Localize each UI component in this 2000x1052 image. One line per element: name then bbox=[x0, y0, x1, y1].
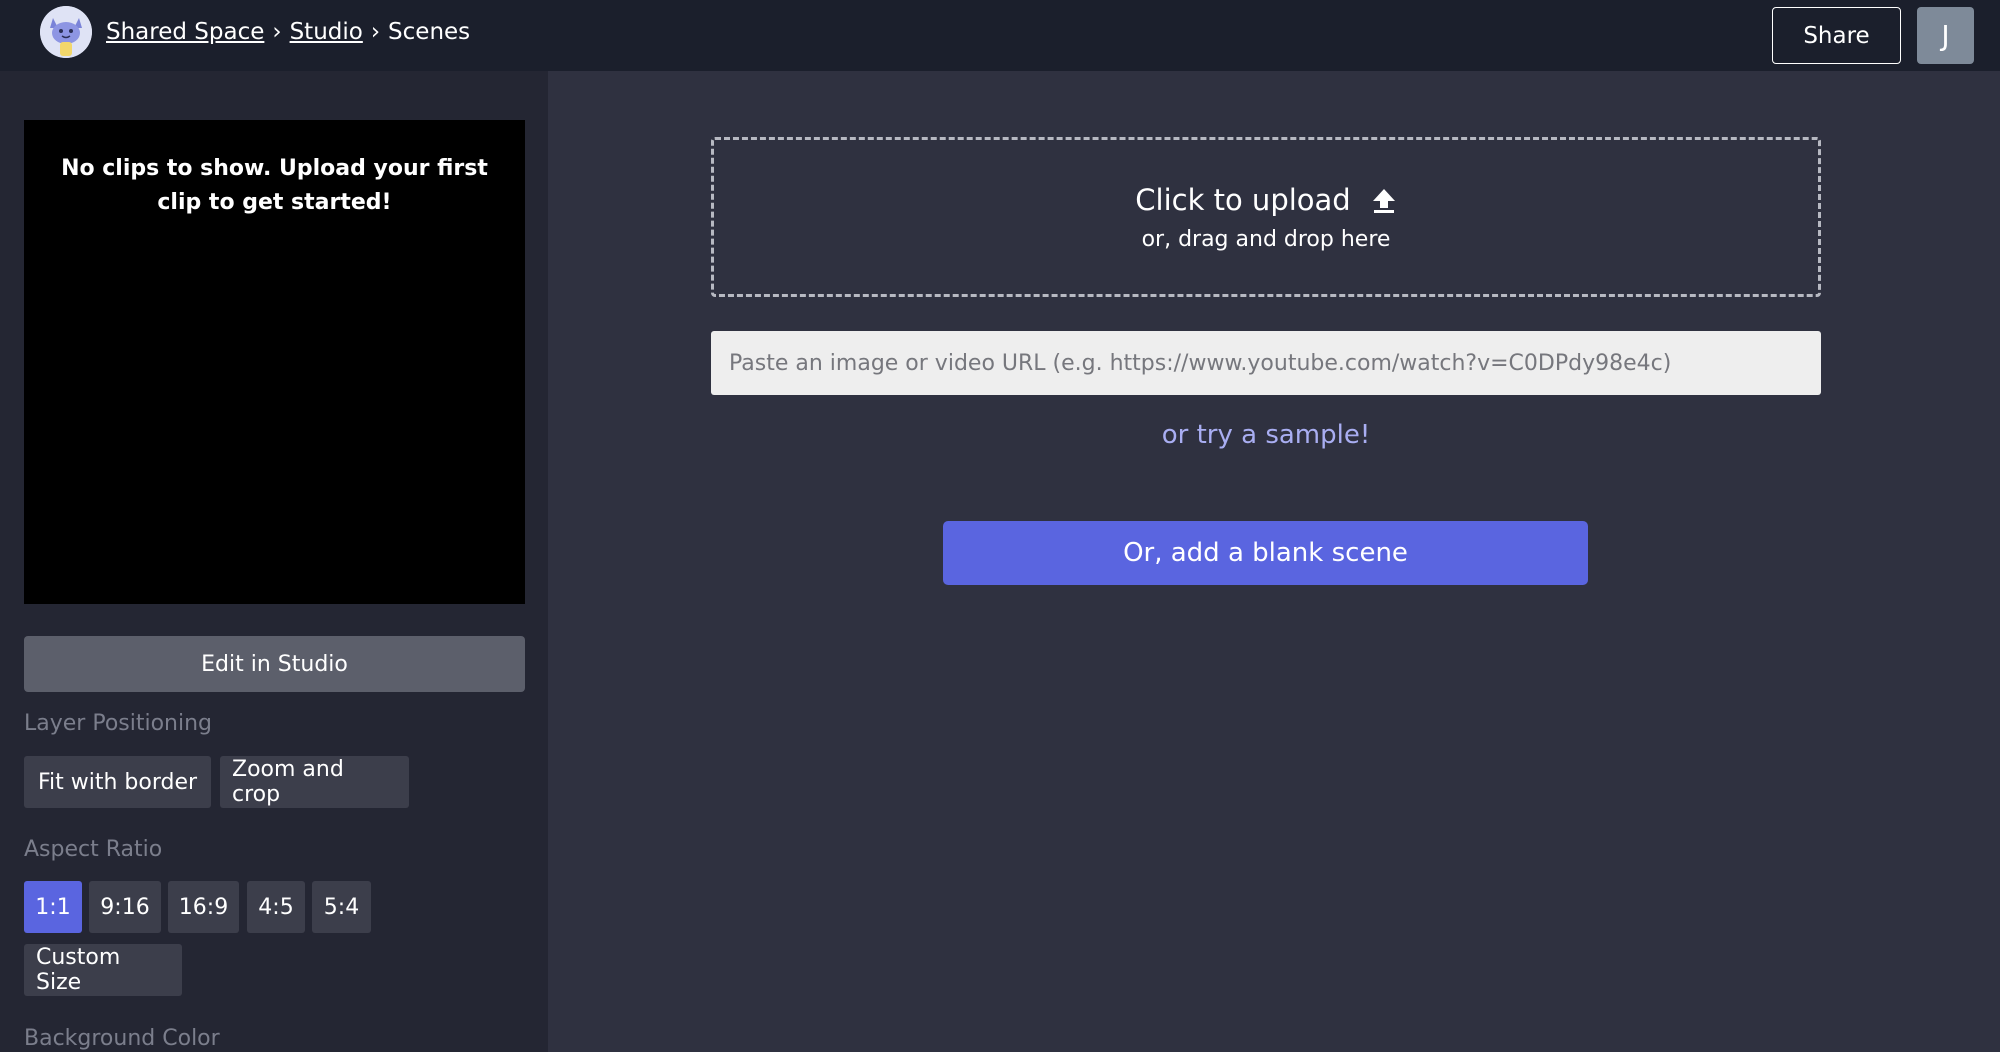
sidebar: No clips to show. Upload your first clip… bbox=[0, 71, 548, 1052]
aspect-1-1-button[interactable]: 1:1 bbox=[24, 881, 82, 933]
layer-positioning-label: Layer Positioning bbox=[24, 711, 213, 736]
breadcrumb: Shared Space › Studio › Scenes bbox=[106, 14, 470, 50]
fit-with-border-button[interactable]: Fit with border bbox=[24, 756, 211, 808]
breadcrumb-separator: › bbox=[272, 19, 282, 45]
edit-in-studio-button[interactable]: Edit in Studio bbox=[24, 636, 525, 692]
aspect-4-5-button[interactable]: 4:5 bbox=[247, 881, 305, 933]
breadcrumb-current: Scenes bbox=[388, 19, 471, 45]
main-panel: Click to upload or, drag and drop here o… bbox=[548, 71, 2000, 1052]
aspect-5-4-button[interactable]: 5:4 bbox=[312, 881, 371, 933]
upload-dropzone[interactable]: Click to upload or, drag and drop here bbox=[711, 137, 1821, 297]
upload-title: Click to upload bbox=[1135, 182, 1351, 217]
custom-size-button[interactable]: Custom Size bbox=[24, 944, 182, 996]
aspect-16-9-button[interactable]: 16:9 bbox=[168, 881, 239, 933]
breadcrumb-shared-space[interactable]: Shared Space bbox=[106, 19, 264, 45]
upload-subtitle: or, drag and drop here bbox=[1141, 226, 1391, 252]
aspect-9-16-button[interactable]: 9:16 bbox=[89, 881, 161, 933]
cat-logo-icon[interactable] bbox=[40, 6, 92, 58]
url-input[interactable] bbox=[711, 331, 1821, 395]
top-bar: Shared Space › Studio › Scenes Share J bbox=[0, 0, 2000, 71]
avatar[interactable]: J bbox=[1917, 7, 1974, 64]
empty-clips-message: No clips to show. Upload your first clip… bbox=[61, 156, 488, 215]
upload-title-row: Click to upload bbox=[1135, 183, 1396, 217]
zoom-and-crop-button[interactable]: Zoom and crop bbox=[220, 756, 409, 808]
clip-preview: No clips to show. Upload your first clip… bbox=[24, 120, 525, 604]
breadcrumb-studio[interactable]: Studio bbox=[290, 19, 363, 45]
aspect-ratio-label: Aspect Ratio bbox=[24, 837, 163, 862]
background-color-label: Background Color bbox=[24, 1026, 220, 1051]
upload-arrow-icon bbox=[1372, 188, 1395, 213]
try-sample-link[interactable]: or try a sample! bbox=[711, 420, 1821, 450]
share-button[interactable]: Share bbox=[1772, 7, 1901, 64]
breadcrumb-separator: › bbox=[370, 19, 381, 45]
add-blank-scene-button[interactable]: Or, add a blank scene bbox=[943, 521, 1588, 585]
